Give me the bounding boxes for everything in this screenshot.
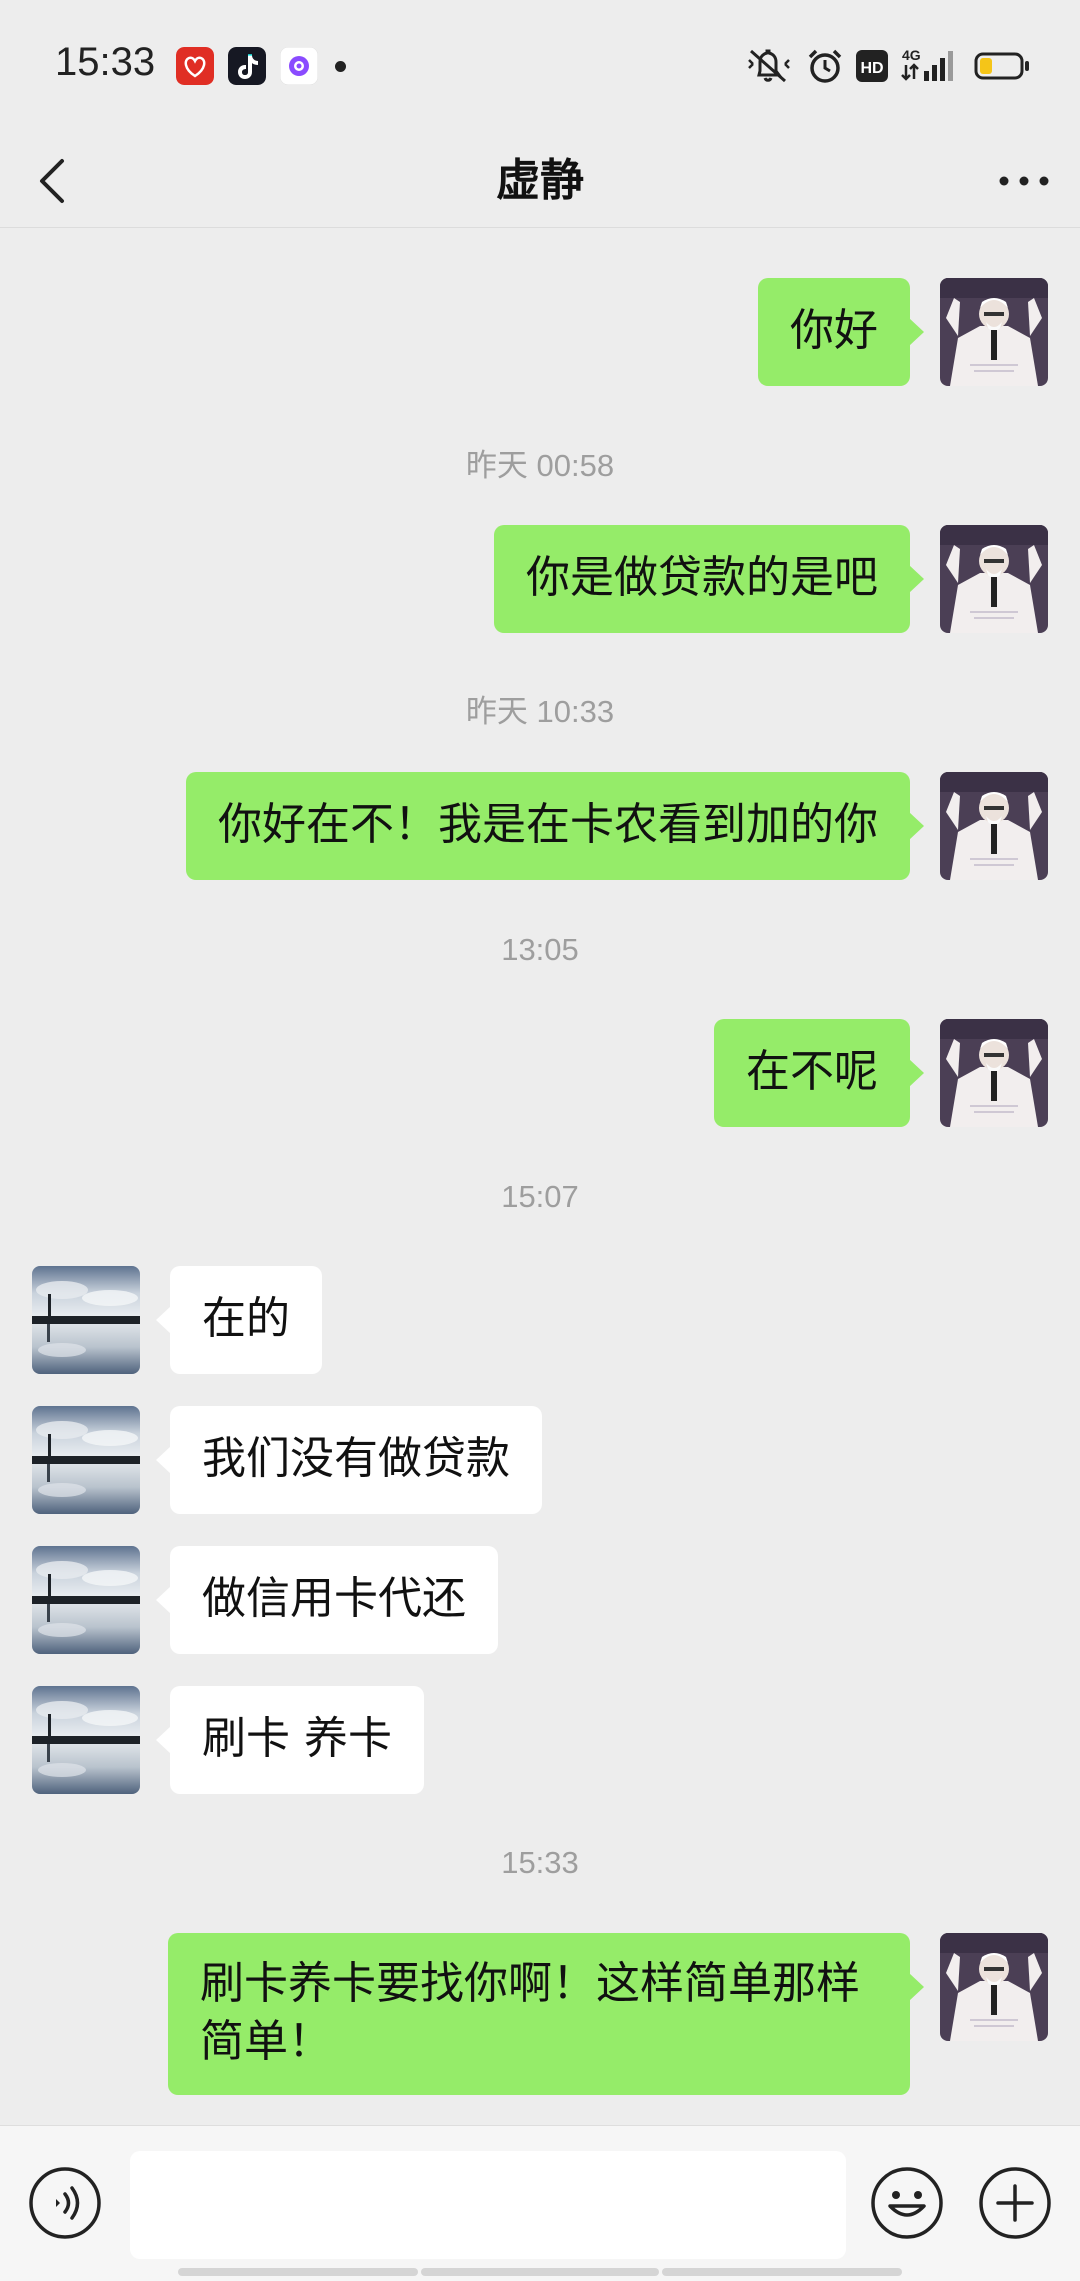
status-bar: 15:33 HD 4G bbox=[0, 0, 1080, 135]
message-text: 在的 bbox=[202, 1293, 290, 1344]
my-avatar[interactable] bbox=[940, 278, 1048, 386]
message-text: 你是做贷款的是吧 bbox=[526, 552, 878, 603]
timestamp: 15:07 bbox=[501, 1179, 579, 1214]
message-bubble-outgoing[interactable]: 刷卡养卡要找你啊！这样简单那样 简单！ bbox=[168, 1933, 924, 2095]
my-avatar[interactable] bbox=[940, 525, 1048, 633]
hd-icon: HD bbox=[856, 50, 888, 82]
notification-dot bbox=[335, 61, 346, 72]
status-time: 15:33 bbox=[55, 40, 156, 84]
more-icon[interactable] bbox=[996, 135, 1052, 227]
chat-title: 虚静 bbox=[496, 155, 584, 206]
message-text: 你好在不！我是在卡农看到加的你 bbox=[218, 799, 878, 850]
gesture-bar bbox=[662, 2268, 902, 2276]
svg-text:HD: HD bbox=[860, 60, 883, 77]
pinduoduo-icon bbox=[176, 47, 214, 85]
timestamp: 13:05 bbox=[501, 932, 579, 967]
camera-app-icon bbox=[280, 47, 318, 85]
message-text: 你好 bbox=[790, 305, 878, 356]
chat-header: 虚静 bbox=[0, 135, 1080, 228]
message-bubble-outgoing[interactable]: 你好 bbox=[758, 278, 924, 386]
mute-icon bbox=[748, 49, 790, 83]
input-bar bbox=[0, 2125, 1080, 2281]
message-bubble-incoming[interactable]: 在的 bbox=[156, 1266, 322, 1374]
voice-icon[interactable] bbox=[28, 2166, 102, 2240]
contact-avatar[interactable] bbox=[32, 1266, 140, 1374]
message-text-line: 简单！ bbox=[200, 2016, 332, 2067]
message-bubble-outgoing[interactable]: 在不呢 bbox=[714, 1019, 924, 1127]
tiktok-icon bbox=[228, 47, 266, 85]
gesture-bar bbox=[178, 2268, 418, 2276]
4g-signal-icon: 4G bbox=[901, 47, 953, 81]
my-avatar[interactable] bbox=[940, 1019, 1048, 1127]
message-bubble-incoming[interactable]: 我们没有做贷款 bbox=[156, 1406, 542, 1514]
timestamp: 昨天 00:58 bbox=[465, 448, 615, 483]
svg-text:4G: 4G bbox=[902, 47, 921, 63]
message-text: 刷卡 养卡 bbox=[202, 1713, 392, 1764]
message-input[interactable] bbox=[130, 2151, 846, 2259]
message-text-line: 刷卡养卡要找你啊！这样简单那样 bbox=[200, 1958, 860, 2009]
message-bubble-outgoing[interactable]: 你好在不！我是在卡农看到加的你 bbox=[186, 772, 924, 880]
battery-icon bbox=[974, 52, 1029, 80]
timestamp: 昨天 10:33 bbox=[465, 694, 615, 729]
contact-avatar[interactable] bbox=[32, 1686, 140, 1794]
my-avatar[interactable] bbox=[940, 772, 1048, 880]
message-text: 在不呢 bbox=[746, 1046, 878, 1097]
emoji-icon[interactable] bbox=[870, 2166, 944, 2240]
contact-avatar[interactable] bbox=[32, 1406, 140, 1514]
message-bubble-outgoing[interactable]: 你是做贷款的是吧 bbox=[494, 525, 924, 633]
plus-icon[interactable] bbox=[978, 2166, 1052, 2240]
timestamp: 15:33 bbox=[501, 1845, 579, 1880]
message-text: 做信用卡代还 bbox=[202, 1573, 466, 1624]
contact-avatar[interactable] bbox=[32, 1546, 140, 1654]
message-bubble-incoming[interactable]: 做信用卡代还 bbox=[156, 1546, 498, 1654]
message-bubble-incoming[interactable]: 刷卡 养卡 bbox=[156, 1686, 424, 1794]
gesture-bar bbox=[421, 2268, 659, 2276]
alarm-icon bbox=[808, 49, 842, 83]
my-avatar[interactable] bbox=[940, 1933, 1048, 2041]
message-text: 我们没有做贷款 bbox=[202, 1433, 510, 1484]
